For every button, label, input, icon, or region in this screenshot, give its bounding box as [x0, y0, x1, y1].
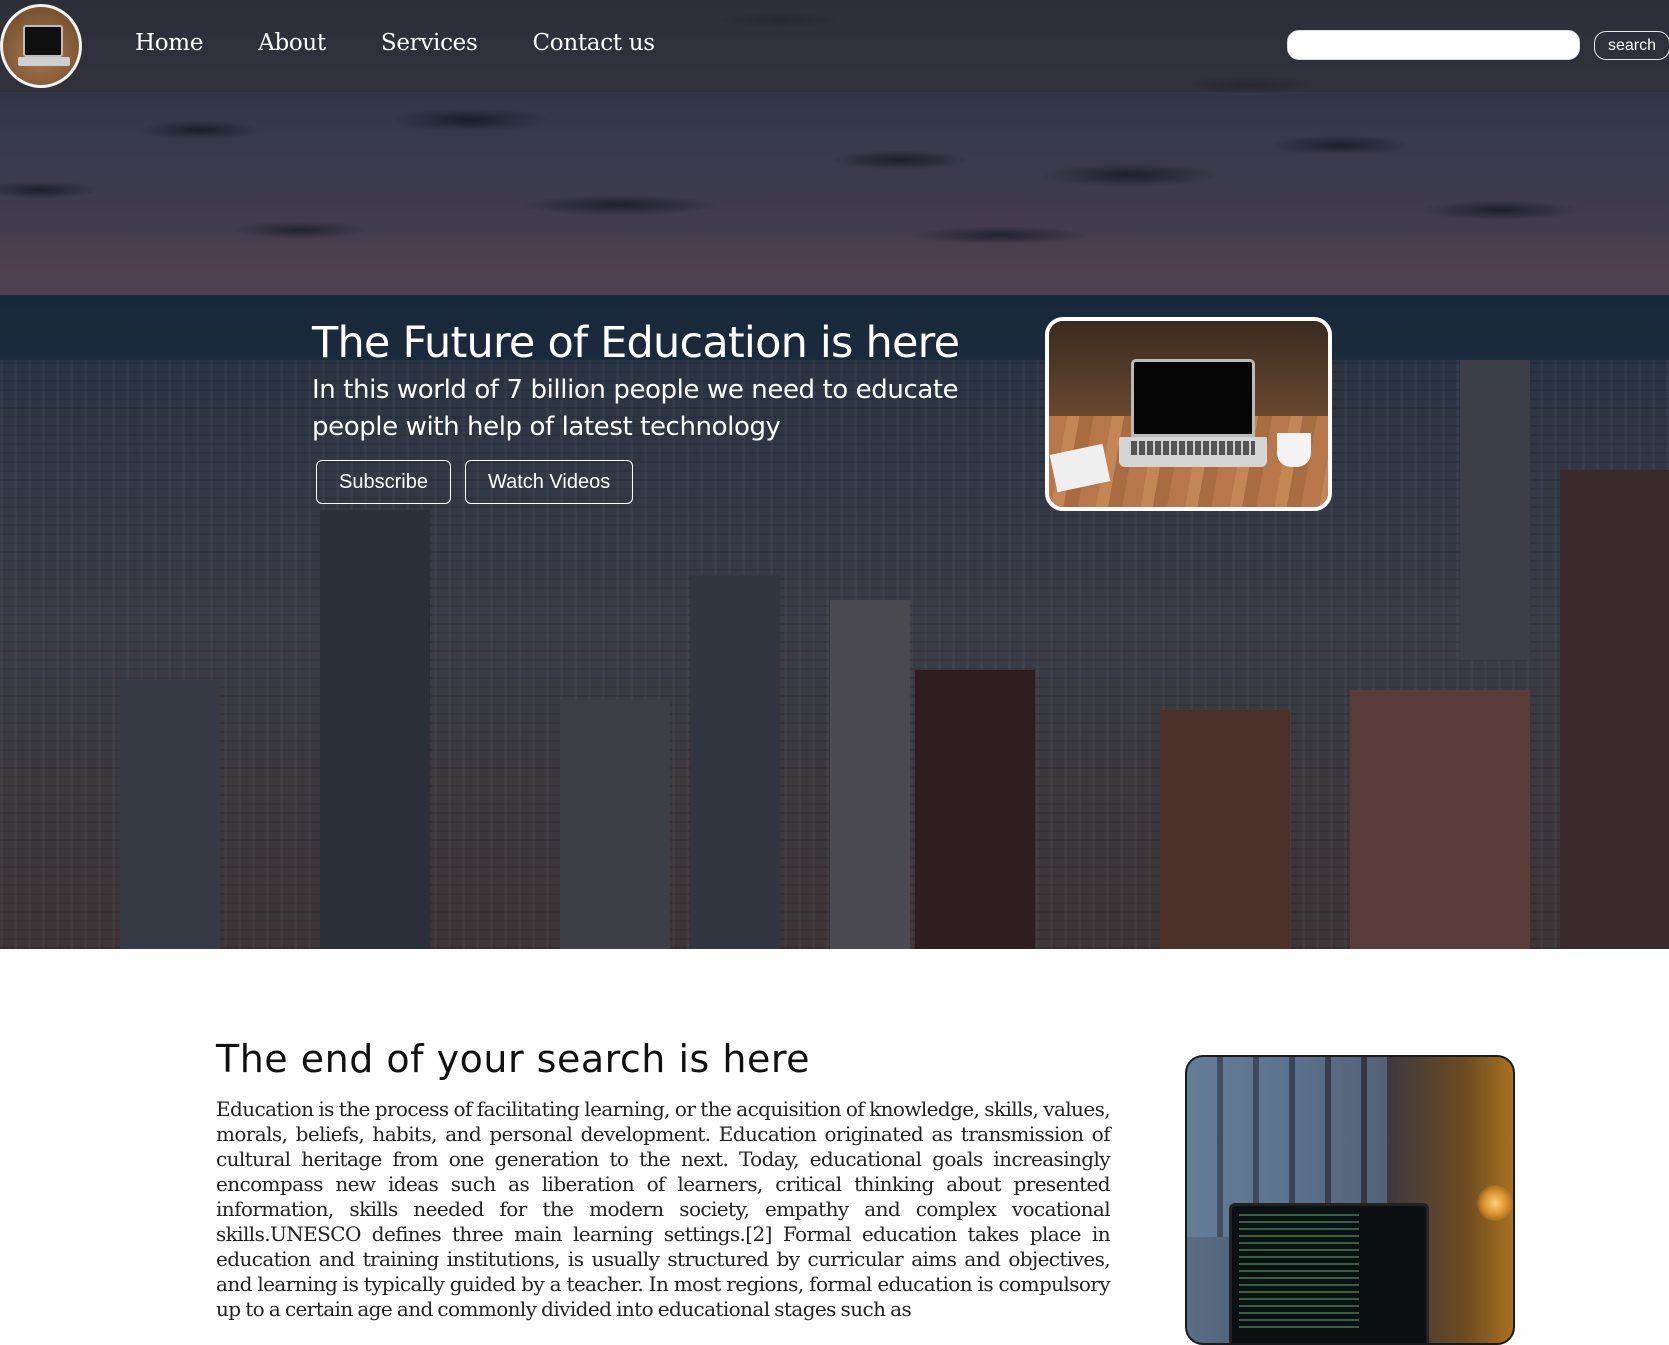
top-navigation: Home About Services Contact us search [0, 0, 1669, 92]
hero-city-background [0, 360, 1669, 949]
hero-subtitle: In this world of 7 billion people we nee… [312, 375, 959, 442]
subscribe-button[interactable]: Subscribe [316, 460, 451, 504]
section-laptop-image [1185, 1055, 1515, 1345]
search-input[interactable] [1287, 30, 1580, 60]
nav-link-about[interactable]: About [258, 30, 326, 56]
hero-buttons: Subscribe Watch Videos [316, 460, 634, 504]
hero-title: The Future of Education is here [312, 318, 960, 368]
nav-link-services[interactable]: Services [381, 30, 478, 56]
hero-section: Home About Services Contact us search Th… [0, 0, 1669, 949]
nav-link-home[interactable]: Home [135, 30, 203, 56]
nav-links: Home About Services Contact us [135, 30, 655, 56]
watch-videos-button[interactable]: Watch Videos [464, 460, 634, 504]
search-button[interactable]: search [1594, 31, 1669, 60]
hero-laptop-image [1045, 317, 1332, 511]
laptop-logo-icon[interactable] [0, 4, 82, 88]
hero-text-block: The Future of Education is here In this … [312, 318, 1042, 446]
section-body-text: Education is the process of facilitating… [216, 1097, 1111, 1321]
content-section: The end of your search is here Education… [0, 949, 1669, 1345]
nav-link-contact[interactable]: Contact us [533, 30, 656, 56]
section-title: The end of your search is here [216, 1037, 811, 1081]
